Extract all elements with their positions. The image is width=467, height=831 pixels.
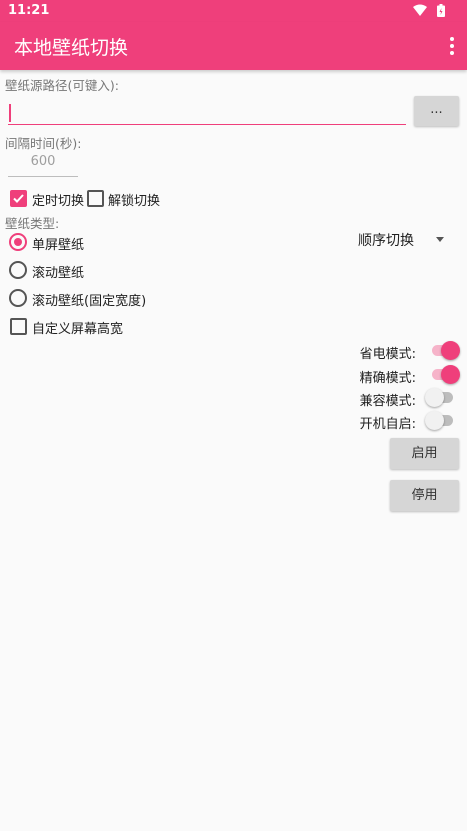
compat-mode-label: 兼容模式: — [359, 394, 416, 409]
compat-mode-switch[interactable] — [425, 388, 455, 408]
radio-scroll-label: 滚动壁纸 — [32, 266, 85, 281]
autostart-label: 开机自启: — [359, 417, 416, 432]
autostart-switch[interactable] — [425, 411, 455, 431]
more-vert-icon[interactable] — [449, 36, 455, 56]
power-saving-switch[interactable] — [430, 341, 460, 361]
radio-scroll-fixed-width-label: 滚动壁纸(固定宽度) — [32, 294, 147, 309]
disable-button[interactable]: 停用 — [390, 480, 459, 511]
precise-mode-switch[interactable] — [430, 365, 460, 385]
timer-switch-label: 定时切换 — [32, 194, 85, 209]
source-path-label: 壁纸源路径(可键入): — [5, 78, 119, 93]
radio-scroll[interactable] — [9, 261, 27, 279]
check-icon — [13, 194, 24, 203]
interval-label: 间隔时间(秒): — [5, 136, 82, 151]
timer-switch-checkbox[interactable] — [10, 190, 27, 207]
wifi-icon — [412, 4, 427, 16]
unlock-switch-checkbox[interactable] — [87, 190, 104, 207]
status-time: 11:21 — [8, 3, 50, 18]
unlock-switch-label: 解锁切换 — [108, 194, 161, 209]
radio-single-screen[interactable] — [9, 233, 27, 251]
text-cursor — [9, 104, 11, 122]
interval-input[interactable]: 600 — [8, 154, 78, 177]
app-bar: 本地壁纸切换 — [0, 22, 467, 70]
browse-button[interactable]: ... — [414, 96, 459, 126]
app-title: 本地壁纸切换 — [14, 37, 129, 59]
power-saving-label: 省电模式: — [359, 347, 416, 362]
radio-single-screen-label: 单屏壁纸 — [32, 238, 85, 253]
wallpaper-type-label: 壁纸类型: — [5, 216, 60, 231]
custom-screen-checkbox[interactable] — [10, 318, 27, 335]
chevron-down-icon[interactable] — [436, 237, 444, 242]
radio-scroll-fixed-width[interactable] — [9, 289, 27, 307]
battery-icon — [437, 4, 445, 17]
source-path-input[interactable] — [8, 100, 406, 125]
order-select[interactable]: 顺序切换 — [358, 230, 414, 250]
status-icons — [412, 4, 445, 23]
custom-screen-label: 自定义屏幕高宽 — [32, 322, 124, 337]
status-bar: 11:21 — [0, 0, 467, 22]
precise-mode-label: 精确模式: — [359, 371, 416, 386]
enable-button[interactable]: 启用 — [390, 438, 459, 469]
